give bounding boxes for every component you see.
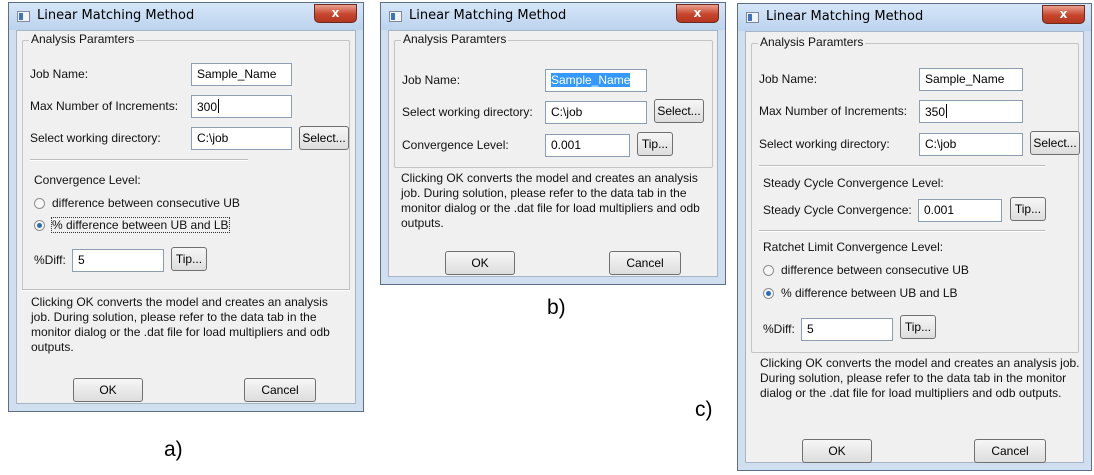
app-icon xyxy=(746,12,759,23)
separator xyxy=(759,165,1045,167)
job-name-label: Job Name: xyxy=(30,67,89,81)
max-increments-input[interactable]: 350 xyxy=(919,100,1023,123)
dialog-a-group-legend: Analysis Paramters xyxy=(29,32,137,46)
steady-section-label: Steady Cycle Convergence Level: xyxy=(763,176,944,190)
tip-button[interactable]: Tip... xyxy=(1010,197,1046,221)
info-text: Clicking OK converts the model and creat… xyxy=(760,356,1080,400)
app-icon xyxy=(17,11,30,22)
dialog-b-close-icon[interactable]: x xyxy=(676,4,719,23)
separator xyxy=(30,159,248,161)
job-name-input[interactable]: Sample_Name xyxy=(545,69,647,92)
tip-button[interactable]: Tip... xyxy=(171,247,207,271)
radio-consecutive-ub[interactable] xyxy=(763,265,774,276)
text-caret xyxy=(218,99,220,113)
working-directory-label: Select working directory: xyxy=(30,131,161,145)
steady-conv-label: Steady Cycle Convergence: xyxy=(763,203,912,217)
dialog-b-title: Linear Matching Method xyxy=(409,8,567,23)
separator xyxy=(759,230,1045,232)
max-increments-value: 350 xyxy=(925,105,946,119)
working-directory-input[interactable]: C:\job xyxy=(545,101,647,124)
pct-diff-label: %Diff: xyxy=(763,322,795,336)
tip-button[interactable]: Tip... xyxy=(637,132,673,156)
pct-diff-input[interactable]: 5 xyxy=(72,249,164,272)
cancel-button[interactable]: Cancel xyxy=(609,251,681,275)
text-caret xyxy=(946,104,948,118)
separator xyxy=(22,289,350,291)
pct-diff-input[interactable]: 5 xyxy=(801,318,893,341)
dialog-b-body: Analysis Paramters Job Name: Sample_Name… xyxy=(388,30,718,277)
radio-ub-lb-label[interactable]: % difference between UB and LB xyxy=(51,217,230,233)
dialog-c-close-icon[interactable]: x xyxy=(1042,5,1085,24)
dialog-a-window: Linear Matching Method x Analysis Paramt… xyxy=(8,2,364,412)
working-directory-input[interactable]: C:\job xyxy=(919,133,1023,156)
radio-consecutive-ub-label[interactable]: difference between consecutive UB xyxy=(52,196,240,210)
job-name-input[interactable]: Sample_Name xyxy=(191,63,292,86)
dialog-a-body: Analysis Paramters Job Name: Sample_Name… xyxy=(16,30,356,404)
dialog-b-window: Linear Matching Method x Analysis Paramt… xyxy=(380,2,726,285)
dialog-c-window: Linear Matching Method x Analysis Paramt… xyxy=(737,3,1092,471)
dialog-c-title: Linear Matching Method xyxy=(766,9,924,24)
dialog-b-titlebar[interactable]: Linear Matching Method x xyxy=(381,3,725,30)
ok-button[interactable]: OK xyxy=(73,378,143,402)
dialog-a-title: Linear Matching Method xyxy=(37,8,195,23)
working-directory-label: Select working directory: xyxy=(759,137,890,151)
job-name-input[interactable]: Sample_Name xyxy=(919,68,1023,91)
radio-ub-lb-label[interactable]: % difference between UB and LB xyxy=(781,286,958,300)
dialog-b-group-legend: Analysis Paramters xyxy=(401,32,509,46)
convergence-level-label: Convergence Level: xyxy=(402,138,509,152)
tip-button[interactable]: Tip... xyxy=(900,315,936,339)
working-directory-input[interactable]: C:\job xyxy=(191,127,292,150)
info-text: Clicking OK converts the model and creat… xyxy=(401,171,700,230)
ok-button[interactable]: OK xyxy=(445,251,515,275)
app-icon xyxy=(389,11,402,22)
pct-diff-label: %Diff: xyxy=(34,253,66,267)
cancel-button[interactable]: Cancel xyxy=(974,439,1046,463)
steady-conv-input[interactable]: 0.001 xyxy=(918,199,1002,222)
max-increments-input[interactable]: 300 xyxy=(191,95,292,118)
cancel-button[interactable]: Cancel xyxy=(244,378,316,402)
radio-consecutive-ub[interactable] xyxy=(34,198,45,209)
max-increments-label: Max Number of Increments: xyxy=(759,104,908,118)
figure-label-b: b) xyxy=(547,296,566,319)
convergence-level-label: Convergence Level: xyxy=(34,173,141,187)
job-name-selected-text: Sample_Name xyxy=(551,73,631,87)
select-directory-button[interactable]: Select... xyxy=(654,99,704,123)
ratchet-section-label: Ratchet Limit Convergence Level: xyxy=(763,240,944,254)
select-directory-button[interactable]: Select... xyxy=(1030,131,1080,155)
max-increments-label: Max Number of Increments: xyxy=(30,99,179,113)
select-directory-button[interactable]: Select... xyxy=(299,126,349,150)
job-name-label: Job Name: xyxy=(402,73,461,87)
figure-label-c: c) xyxy=(695,398,713,421)
convergence-level-input[interactable]: 0.001 xyxy=(545,134,630,157)
radio-consecutive-ub-label[interactable]: difference between consecutive UB xyxy=(781,263,969,277)
radio-ub-lb[interactable] xyxy=(763,288,774,299)
dialog-c-group-legend: Analysis Paramters xyxy=(758,35,866,49)
working-directory-label: Select working directory: xyxy=(402,105,533,119)
dialog-c-titlebar[interactable]: Linear Matching Method x xyxy=(738,4,1091,31)
dialog-a-close-icon[interactable]: x xyxy=(314,4,357,23)
dialog-a-titlebar[interactable]: Linear Matching Method x xyxy=(9,3,363,30)
radio-ub-lb[interactable] xyxy=(34,220,45,231)
max-increments-value: 300 xyxy=(197,100,218,114)
ok-button[interactable]: OK xyxy=(802,439,872,463)
info-text: Clicking OK converts the model and creat… xyxy=(31,295,330,354)
dialog-c-body: Analysis Paramters Job Name: Sample_Name… xyxy=(745,31,1084,463)
figure-label-a: a) xyxy=(164,438,183,461)
job-name-label: Job Name: xyxy=(759,72,818,86)
